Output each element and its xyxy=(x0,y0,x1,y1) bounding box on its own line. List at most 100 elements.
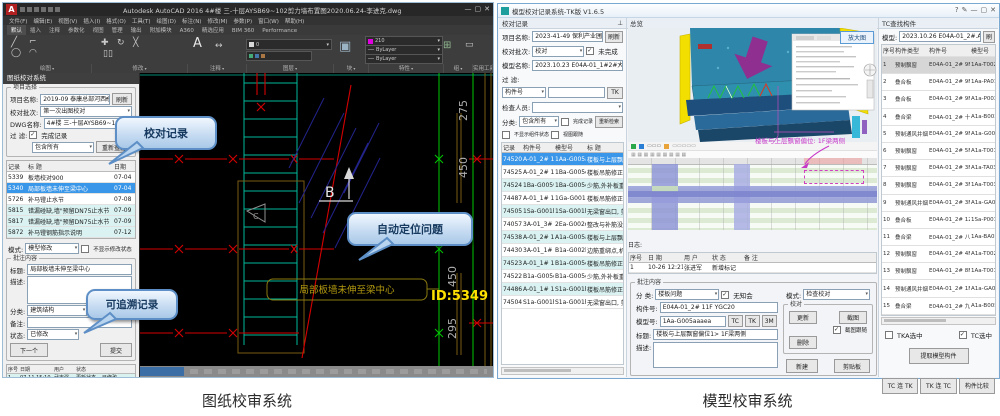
mode-select[interactable]: 模型修改▾ xyxy=(25,243,79,254)
rotate-tool-icon[interactable]: ↻ xyxy=(117,38,125,48)
menu-item[interactable]: 修改(M) xyxy=(207,17,227,25)
tka-select-checkbox[interactable] xyxy=(885,331,893,339)
m-batch-select[interactable]: 校对▾ xyxy=(532,46,584,57)
research-button[interactable]: 重新检索 xyxy=(595,116,623,128)
pin-icon[interactable]: ⊥ xyxy=(617,19,623,27)
m-record-row[interactable]: 74522B1a-G005gaaba B1a-G005gaaba少筋,外补板重位… xyxy=(502,270,623,283)
shot-follow-checkbox[interactable] xyxy=(833,326,841,334)
model-3d-viewer[interactable]: 放大图 xyxy=(628,28,877,143)
hide-status-checkbox[interactable] xyxy=(81,245,89,253)
menu-item[interactable]: 参数(P) xyxy=(234,17,253,25)
submit-button[interactable]: 提交 xyxy=(100,343,132,357)
record-row[interactable]: 5726补马镫止水节07-08 xyxy=(7,194,135,205)
arc-tool-icon[interactable]: ◠ xyxy=(29,48,37,58)
finder-row[interactable]: 6预制飘窗 E04A-01_2# 5F Y..A1a-T001 xyxy=(882,143,995,160)
m-refresh-button[interactable]: 刷新 xyxy=(605,31,623,43)
tk-button2[interactable]: TK xyxy=(745,315,760,327)
menu-item[interactable]: 工具(T) xyxy=(132,17,151,25)
finder-refresh-button[interactable]: 刷 xyxy=(983,31,995,43)
line-tool-icon[interactable]: ╱ xyxy=(11,37,17,48)
m-records-scrollbar[interactable] xyxy=(501,367,624,375)
m-record-row[interactable]: 74538A-01_2# 11F YGC A1a-G005aaaea楼板与上层飘… xyxy=(502,231,623,244)
m-record-row[interactable]: 74523A-01_1# 12F YGC B1a-G005caeba楼板吊筋修正 xyxy=(502,257,623,270)
finder-row[interactable]: 15叠合梁 E04A-01_2# 九层..A1a-B005 xyxy=(882,298,995,315)
finder-row[interactable]: 13预制飘窗 E04A-01_2# 8F Y..1Aa-T001 xyxy=(882,263,995,280)
ribbon-group-label[interactable]: 修改 xyxy=(92,64,188,73)
delete-button[interactable]: 删除 xyxy=(789,336,817,349)
done-records-checkbox[interactable] xyxy=(29,131,37,139)
history-row[interactable]: 107-11 15:10 武志强更新状态已修改 xyxy=(7,374,135,377)
finder-row[interactable]: 5预制通风井烟道 E04A-01_2# 9F Y..A1a-G001 xyxy=(882,126,995,143)
m-category-select[interactable]: 包含所有▾ xyxy=(519,116,559,127)
command-input[interactable] xyxy=(140,367,184,376)
status-select[interactable]: 已修改▾ xyxy=(27,329,79,340)
m-model-select[interactable]: 2023.10.23 E04A-01_1#2#大厅.ZIP▾ xyxy=(532,60,623,71)
m-record-row[interactable]: 745051Sa-G001haaba 1Sa-G001haaba无梁窗出口, 剪… xyxy=(502,205,623,218)
component-field-select[interactable]: 构件号▾ xyxy=(502,87,546,98)
ribbon-tab[interactable]: A360 xyxy=(176,27,198,35)
component-filter-input[interactable] xyxy=(548,87,605,98)
record-row[interactable]: 5815错漏碰缺,墙"预留DN75止水节07-09 xyxy=(7,205,135,216)
menu-item[interactable]: 绘图(D) xyxy=(157,17,177,25)
ribbon-group-label[interactable]: 注释 xyxy=(188,64,247,73)
menu-item[interactable]: 标注(N) xyxy=(182,17,201,25)
m-cat-select[interactable]: 楼板问题▾ xyxy=(655,289,719,300)
ribbon-group-label[interactable]: 组 xyxy=(444,64,473,73)
ribbon-tab[interactable]: 视图 xyxy=(89,25,108,35)
m-project-select[interactable]: 2023-41-49 保利产业园区2#-02#厂▾ xyxy=(532,31,603,42)
finder-row[interactable]: 12预制飘窗 E04A-01_2# 4F Y..A1a-T002 xyxy=(882,246,995,263)
model-maximize-button[interactable]: ▢ xyxy=(981,4,988,17)
finder-row[interactable]: 3叠合板 E04A-01_2# 9F Y..A1a-P003 xyxy=(882,91,995,108)
ribbon-group-label[interactable]: 实用工具 xyxy=(473,64,493,73)
ribbon-tab[interactable]: 插入 xyxy=(26,25,45,35)
menu-item[interactable]: 编辑(E) xyxy=(33,17,52,25)
ribbon-tab[interactable]: Performance xyxy=(258,27,301,35)
update-button[interactable]: 更新 xyxy=(789,311,817,324)
finder-row[interactable]: 7预制飘窗 E04A-01_2# 3F Y..A1a-TA03 xyxy=(882,160,995,177)
ribbon-tab[interactable]: 参数化 xyxy=(64,25,89,35)
ribbon-group-label[interactable]: 图层 xyxy=(247,64,334,73)
ribbon-group-label[interactable]: 绘图 xyxy=(3,64,92,73)
filter-select[interactable]: 包含所有▾ xyxy=(32,142,94,153)
finder-row[interactable]: 10叠合板 E04A-01_2# 12F ..1Sa-P001 xyxy=(882,212,995,229)
spreadsheet-grid[interactable] xyxy=(628,158,877,230)
m-record-row[interactable]: 74487A-01_1# 12F YGC 1Ga-G001heaba楼板吊筋修正 xyxy=(502,192,623,205)
finder-row[interactable]: 9预制通风井烟道 E04A-01_2# 3F Y..A1a-GA03 xyxy=(882,195,995,212)
model-minimize-button[interactable]: — xyxy=(971,4,978,17)
ribbon-group-label[interactable]: 特性 xyxy=(369,64,444,73)
measure-tool-icon[interactable]: ▭ xyxy=(465,40,474,50)
screenshot-button[interactable]: 截图 xyxy=(839,311,867,324)
move-tool-icon[interactable]: ✚ xyxy=(101,38,109,48)
ribbon-tab[interactable]: 附加模块 xyxy=(146,25,176,35)
dimension-tool-icon[interactable]: ↔ xyxy=(215,41,223,51)
finder-row[interactable]: 1预制飘窗 E04A-01_2# 9F Y..1Aa-T002 xyxy=(882,57,995,74)
log-row[interactable]: 110-26 12:21 张进军新增标记 xyxy=(629,263,876,273)
finder-row[interactable]: 14预制通风井烟道 E04A-01_2# 1F Y..A1a-GA03 xyxy=(882,280,995,297)
group-tool-icon[interactable]: ⊞ xyxy=(443,40,451,51)
record-row[interactable]: 5340局部板墙未伸至梁中心07-04 xyxy=(7,183,135,194)
model-close-button[interactable]: ✕ xyxy=(990,4,996,17)
m-record-row[interactable]: 74486A-01_1# 12F YGC S1a-G001haaba楼板吊筋修正 xyxy=(502,283,623,296)
record-row[interactable]: 5817错漏碰缺,墙"预留DN75止水节07-09 xyxy=(7,216,135,227)
text-tool-icon[interactable]: A xyxy=(193,36,202,51)
refresh-button[interactable]: 刷新 xyxy=(112,93,132,105)
finder-row[interactable]: 2叠合板 E04A-01_2# 9F Y..1Aa-PA01 xyxy=(882,74,995,91)
unfinished-checkbox[interactable] xyxy=(586,47,594,55)
help-button[interactable]: ? xyxy=(955,4,959,17)
m-comp-input[interactable]: E04A-01_2# 11F YGC20 xyxy=(660,302,778,313)
m-done-checkbox[interactable] xyxy=(561,118,569,126)
next-button[interactable]: 下一个 xyxy=(10,343,48,357)
cad-maximize-button[interactable]: ▢ xyxy=(475,3,482,16)
trim-tool-icon[interactable]: ╳ xyxy=(133,38,138,48)
m-record-row[interactable]: 74525A-01_2# 12F YGC 1Ba-G005caeba楼板吊筋修正 xyxy=(502,166,623,179)
ribbon-tab[interactable]: 管理 xyxy=(108,25,127,35)
m-record-row[interactable]: 744303A-01_1# 2F YGC B1a-G002bbbda边筋重绑点,… xyxy=(502,244,623,257)
new-button[interactable]: 新建 xyxy=(786,359,818,373)
cad-close-button[interactable]: ✕ xyxy=(484,3,490,16)
ribbon-group-label[interactable]: 块 xyxy=(334,64,369,73)
checker-select[interactable]: ▾ xyxy=(532,102,623,113)
polyline-tool-icon[interactable]: ⌐ xyxy=(29,37,37,47)
note-title-input[interactable]: 局部板墙未伸至梁中心 xyxy=(27,264,132,275)
autocad-logo-icon[interactable]: A xyxy=(6,4,17,15)
menu-item[interactable]: 插入(I) xyxy=(83,17,100,25)
